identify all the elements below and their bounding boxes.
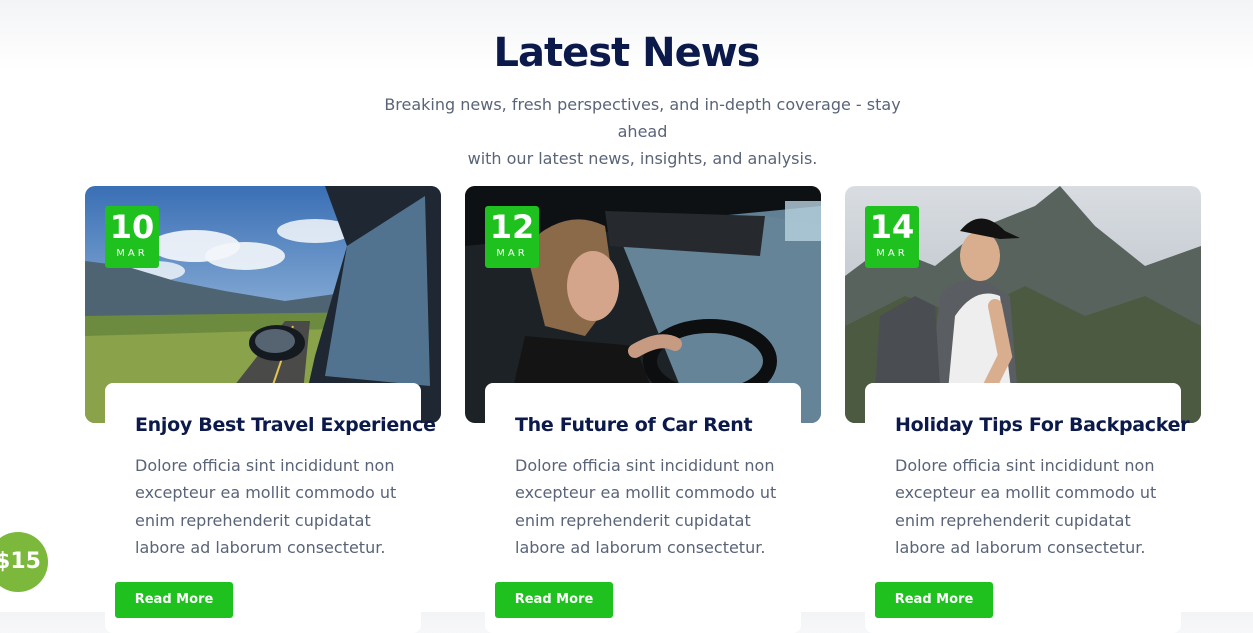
date-badge: 10 MAR — [105, 206, 159, 268]
section-title: Latest News — [493, 30, 761, 76]
read-more-button[interactable]: Read More — [875, 582, 993, 618]
section-subtitle: Breaking news, fresh perspectives, and i… — [360, 91, 925, 172]
card-excerpt: Dolore officia sint incididunt non excep… — [135, 456, 397, 557]
card-title[interactable]: The Future of Car Rent — [515, 414, 753, 436]
card-title[interactable]: Enjoy Best Travel Experience — [135, 414, 436, 436]
date-day: 14 — [869, 208, 915, 246]
date-month: MAR — [116, 248, 148, 259]
read-more-button[interactable]: Read More — [495, 582, 613, 618]
subtitle-line-2: with our latest news, insights, and anal… — [467, 149, 818, 168]
news-card-backpacker[interactable]: 14 MAR Holiday Tips For Backpacker Dolor… — [845, 186, 1201, 633]
card-title[interactable]: Holiday Tips For Backpacker — [895, 414, 1190, 436]
date-badge: 14 MAR — [865, 206, 919, 268]
news-card-travel[interactable]: 10 MAR Enjoy Best Travel Experience Dolo… — [85, 186, 441, 633]
subtitle-line-1: Breaking news, fresh perspectives, and i… — [384, 95, 901, 141]
date-month: MAR — [496, 248, 528, 259]
date-badge: 12 MAR — [485, 206, 539, 268]
date-day: 12 — [489, 208, 535, 246]
date-month: MAR — [876, 248, 908, 259]
floating-price-badge[interactable]: $15 — [0, 532, 48, 592]
card-excerpt: Dolore officia sint incididunt non excep… — [895, 456, 1157, 557]
date-day: 10 — [109, 208, 155, 246]
read-more-button[interactable]: Read More — [115, 582, 233, 618]
card-excerpt: Dolore officia sint incididunt non excep… — [515, 456, 777, 557]
news-card-car-rent[interactable]: 12 MAR The Future of Car Rent Dolore off… — [465, 186, 821, 633]
